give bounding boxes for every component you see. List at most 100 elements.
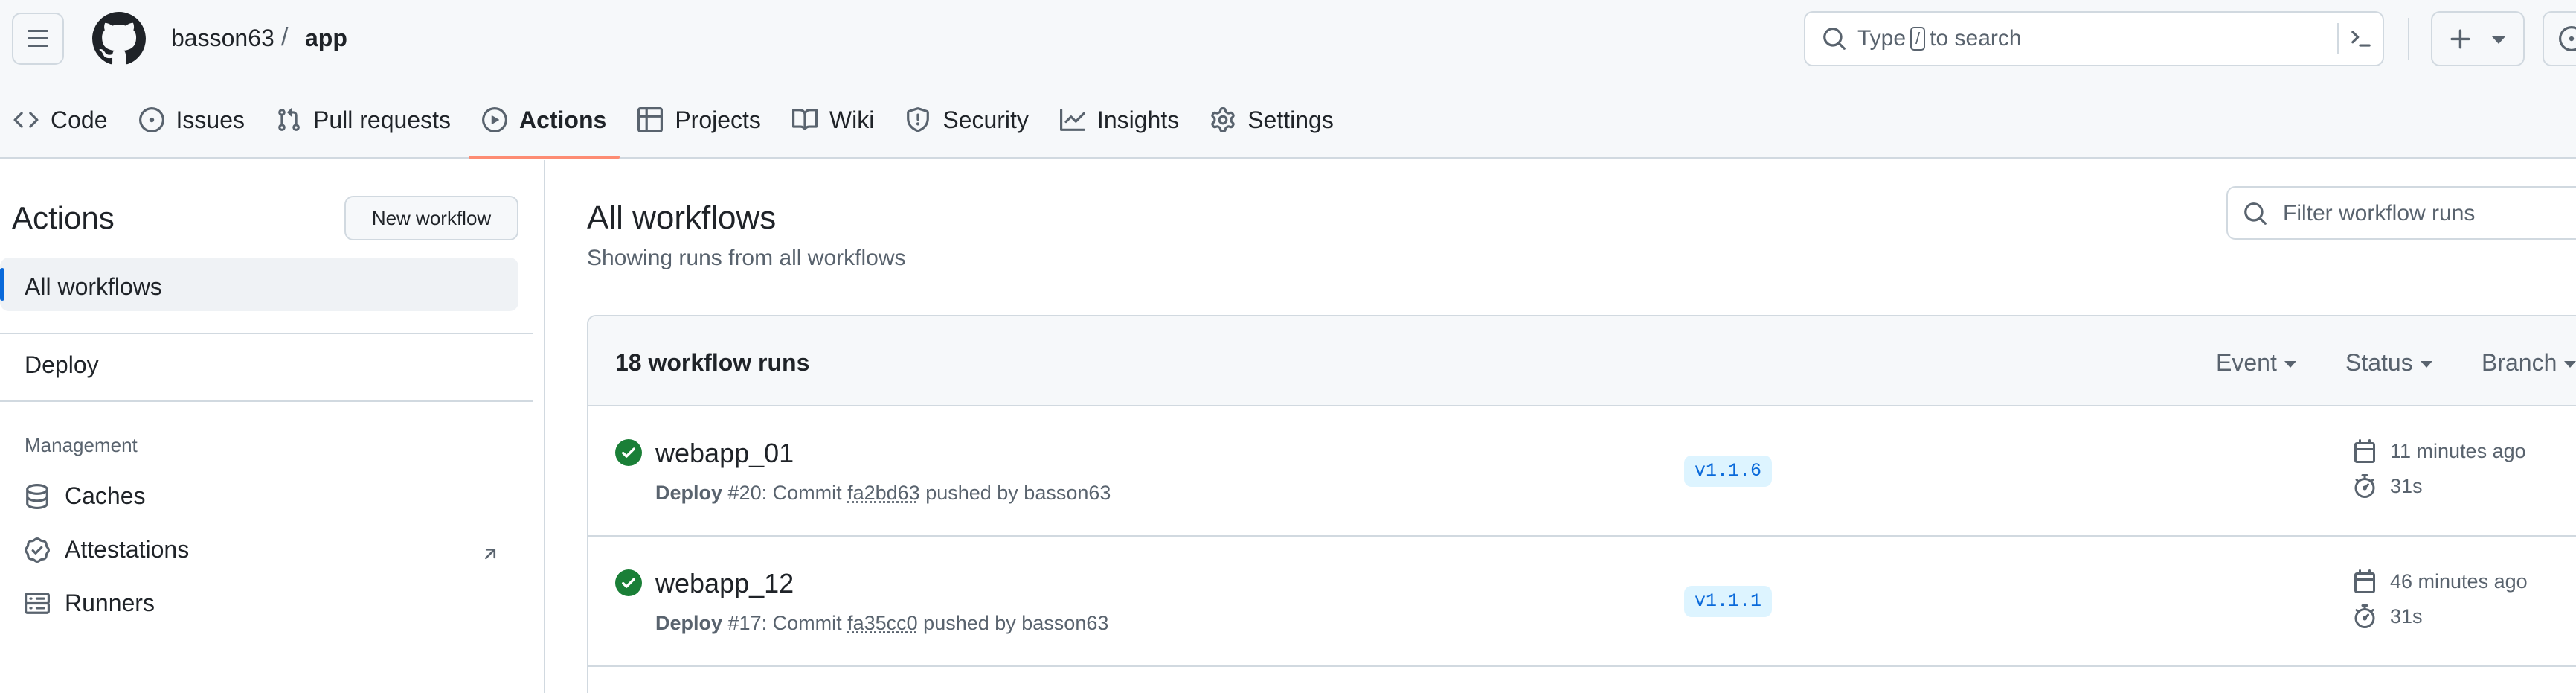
triangle-down-icon bbox=[2420, 361, 2432, 368]
branch-badge[interactable]: v1.1.1 bbox=[1684, 586, 1773, 617]
search-input[interactable]: Type / to search bbox=[1804, 11, 2384, 66]
tab-actions[interactable]: Actions bbox=[468, 89, 620, 159]
shield-icon bbox=[907, 107, 930, 132]
search-divider bbox=[2337, 23, 2339, 54]
filter-placeholder: Filter workflow runs bbox=[2283, 201, 2476, 226]
runs-count: 18 workflow runs bbox=[615, 349, 810, 376]
git-pull-request-icon bbox=[278, 108, 300, 131]
selected-indicator bbox=[0, 268, 4, 301]
status-filter-label: Status bbox=[2345, 349, 2413, 376]
run-title-link[interactable]: webapp_01 bbox=[655, 438, 794, 469]
filter-workflow-runs-input[interactable]: Filter workflow runs bbox=[2226, 186, 2576, 240]
play-icon bbox=[481, 107, 507, 132]
server-icon bbox=[25, 592, 50, 614]
run-title-link[interactable]: webapp_12 bbox=[655, 568, 794, 599]
arrow-up-right-icon bbox=[484, 549, 496, 560]
gear-icon bbox=[1211, 107, 1235, 132]
run-number: #17: Commit bbox=[722, 612, 848, 634]
github-logo-icon[interactable] bbox=[92, 12, 146, 66]
workflow-run-row[interactable]: webapp_01 Deploy #20: Commit fa2bd63 pus… bbox=[588, 406, 2576, 537]
sidebar-item-label: Runners bbox=[65, 590, 155, 616]
repo-owner-link[interactable]: basson63 bbox=[171, 25, 274, 52]
run-workflow-name: Deploy bbox=[655, 612, 723, 634]
tab-issues[interactable]: Issues bbox=[126, 89, 258, 150]
status-filter-button[interactable]: Status bbox=[2345, 349, 2432, 377]
tab-issues-label: Issues bbox=[176, 106, 245, 133]
run-pushed-by: pushed by basson63 bbox=[917, 612, 1109, 634]
branch-badge[interactable]: v1.1.6 bbox=[1684, 456, 1773, 487]
header-divider bbox=[2408, 18, 2409, 60]
run-time-ago: 11 minutes ago bbox=[2390, 439, 2526, 462]
sidebar-item-deploy[interactable]: Deploy bbox=[25, 351, 99, 379]
tab-actions-label: Actions bbox=[518, 106, 607, 133]
plus-icon bbox=[2450, 29, 2470, 49]
issue-opened-icon bbox=[138, 107, 164, 132]
calendar-icon bbox=[2354, 569, 2375, 593]
tab-settings[interactable]: Settings bbox=[1197, 89, 1347, 150]
issue-opened-icon bbox=[2559, 26, 2576, 51]
workflow-runs-box: 18 workflow runs Event Status Branch web… bbox=[587, 315, 2576, 693]
stopwatch-icon bbox=[2354, 604, 2375, 628]
run-duration: 31s bbox=[2353, 604, 2423, 628]
event-filter-button[interactable]: Event bbox=[2216, 349, 2296, 377]
breadcrumb-separator: / bbox=[281, 23, 289, 51]
tab-pull-requests[interactable]: Pull requests bbox=[263, 89, 464, 150]
search-placeholder-suffix: to search bbox=[1930, 26, 2022, 51]
run-pushed-by: pushed by basson63 bbox=[919, 482, 1111, 504]
sidebar-item-runners[interactable]: Runners bbox=[25, 590, 155, 617]
management-heading: Management bbox=[25, 434, 138, 456]
stopwatch-icon bbox=[2354, 474, 2375, 498]
triangle-down-icon bbox=[2564, 361, 2576, 368]
new-workflow-button[interactable]: New workflow bbox=[344, 196, 518, 240]
search-placeholder: Type / to search bbox=[1857, 26, 2022, 51]
database-icon bbox=[26, 483, 48, 509]
run-duration-value: 31s bbox=[2390, 604, 2423, 627]
code-icon bbox=[13, 112, 39, 128]
sidebar-item-attestations[interactable]: Attestations bbox=[25, 536, 189, 563]
tab-insights-label: Insights bbox=[1096, 106, 1180, 133]
tab-insights[interactable]: Insights bbox=[1047, 89, 1192, 150]
branch-filter-button[interactable]: Branch bbox=[2482, 349, 2576, 377]
sidebar-divider bbox=[0, 400, 533, 402]
sidebar-item-all-workflows[interactable]: All workflows bbox=[0, 258, 518, 311]
your-issues-button[interactable] bbox=[2543, 11, 2576, 66]
book-icon bbox=[791, 109, 818, 130]
runs-header: 18 workflow runs Event Status Branch bbox=[588, 316, 2576, 406]
search-icon bbox=[2244, 202, 2267, 225]
tab-projects[interactable]: Projects bbox=[624, 89, 774, 150]
tab-wiki[interactable]: Wiki bbox=[779, 89, 887, 150]
command-palette-icon[interactable] bbox=[2348, 26, 2374, 51]
sidebar-title: Actions bbox=[12, 200, 115, 235]
calendar-icon bbox=[2354, 439, 2375, 463]
triangle-down-icon bbox=[2284, 361, 2296, 368]
run-duration-value: 31s bbox=[2390, 474, 2423, 497]
tab-security[interactable]: Security bbox=[892, 89, 1042, 150]
run-workflow-name: Deploy bbox=[655, 482, 723, 504]
repo-name-link[interactable]: app bbox=[305, 25, 347, 52]
event-filter-label: Event bbox=[2216, 349, 2277, 376]
create-new-button[interactable] bbox=[2431, 11, 2525, 66]
page-subtitle: Showing runs from all workflows bbox=[587, 246, 906, 270]
sidebar-item-caches[interactable]: Caches bbox=[25, 482, 146, 510]
search-shortcut-key: / bbox=[1910, 27, 1926, 51]
search-icon bbox=[1823, 28, 1846, 50]
app-header: basson63 / app Type / to search Code Issue… bbox=[0, 0, 2576, 159]
search-placeholder-prefix: Type bbox=[1857, 26, 1907, 51]
tab-security-label: Security bbox=[942, 106, 1029, 133]
hamburger-icon bbox=[28, 30, 48, 47]
sidebar-item-label: All workflows bbox=[25, 273, 162, 300]
commit-sha-link[interactable]: fa2bd63 bbox=[847, 482, 920, 504]
run-time: 11 minutes ago bbox=[2353, 439, 2526, 463]
run-meta: Deploy #17: Commit fa35cc0 pushed by bas… bbox=[655, 612, 1108, 635]
run-time: 46 minutes ago bbox=[2353, 569, 2528, 593]
commit-sha-link[interactable]: fa35cc0 bbox=[847, 612, 918, 634]
check-circle-fill-icon bbox=[615, 439, 642, 466]
tab-code[interactable]: Code bbox=[0, 89, 121, 150]
actions-sidebar: Actions New workflow All workflows Deplo… bbox=[0, 160, 545, 693]
run-meta: Deploy #20: Commit fa2bd63 pushed by bas… bbox=[655, 482, 1111, 505]
sidebar-item-label: Caches bbox=[65, 482, 146, 509]
tab-settings-label: Settings bbox=[1247, 106, 1334, 133]
tab-wiki-label: Wiki bbox=[829, 106, 875, 133]
menu-button[interactable] bbox=[12, 13, 64, 65]
workflow-run-row[interactable]: webapp_12 Deploy #17: Commit fa35cc0 pus… bbox=[588, 537, 2576, 667]
